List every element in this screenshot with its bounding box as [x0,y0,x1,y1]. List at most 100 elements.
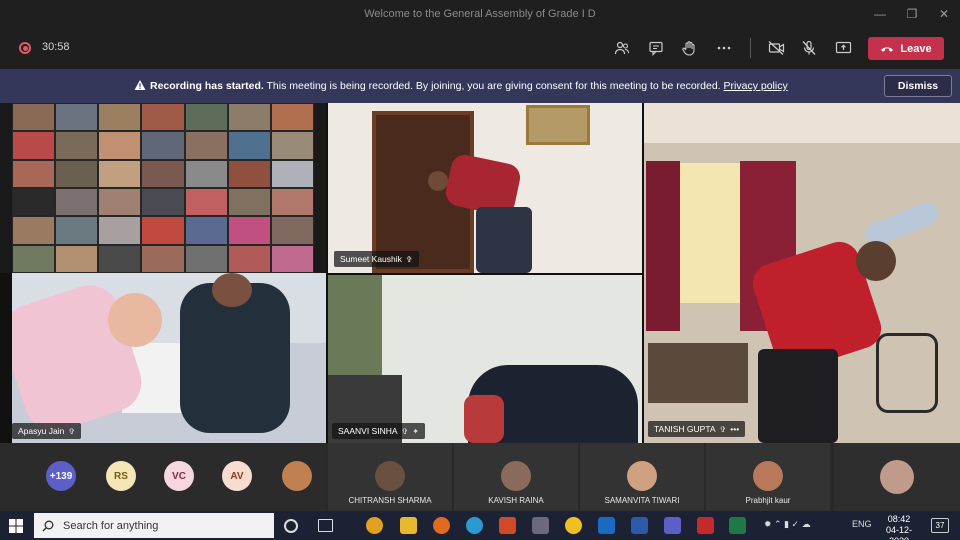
edge-icon[interactable] [466,517,483,534]
mic-off-icon: ✞ [719,424,727,434]
store-icon[interactable] [532,517,549,534]
overflow-avatars: +139 RS VC AV [0,443,326,511]
gallery-thumbnail [185,245,227,272]
gallery-thumbnail [56,160,98,187]
cortana-icon[interactable] [284,519,298,533]
participant-card[interactable]: Prabhjit kaur [706,443,830,511]
participants-icon[interactable] [611,37,633,59]
share-screen-icon[interactable] [832,37,854,59]
avatar[interactable]: AV [222,461,252,491]
sticky-notes-icon[interactable] [565,517,582,534]
avatar[interactable]: VC [164,461,194,491]
participant-card[interactable]: CHITRANSH SHARMA [328,443,452,511]
system-tray-icons[interactable]: ✹ ⌃ ▮ ✓ ☁ [764,519,811,530]
leave-button[interactable]: Leave [868,37,944,60]
raise-hand-icon[interactable] [678,37,700,59]
search-placeholder: Search for anything [63,519,159,532]
gallery-thumbnail [99,189,141,216]
avatar [501,461,531,491]
camera-off-icon[interactable] [765,37,787,59]
gallery-thumbnail [99,104,141,131]
banner-message: Recording has started. This meeting is b… [150,80,788,92]
participant-name: KAVISH RAINA [488,496,544,505]
privacy-policy-link[interactable]: Privacy policy [724,80,788,92]
video-grid: Sumeet Kaushik ✞ TANISH GUPTA ✞ ••• Apas… [0,103,960,443]
gallery-thumbnail [185,189,227,216]
excel-icon[interactable] [729,517,746,534]
notification-center-icon[interactable]: 37 [931,518,949,533]
gallery-thumbnail [142,189,184,216]
language-indicator[interactable]: ENG [852,519,872,529]
avatar[interactable] [282,461,312,491]
pdf-reader-icon[interactable] [697,517,714,534]
self-preview[interactable] [834,443,960,511]
taskbar-search[interactable]: Search for anything [34,513,274,538]
video-tile-sumeet[interactable]: Sumeet Kaushik ✞ [328,103,642,273]
table [648,343,748,403]
name-tag-tanish: TANISH GUPTA ✞ ••• [648,421,746,437]
word-icon[interactable] [631,517,648,534]
video-tile-saanvi[interactable]: SAANVI SINHA ✞ ✦ [328,275,642,443]
participant-name: Sumeet Kaushik [340,254,402,264]
name-tag-apasyu: Apasyu Jain ✞ [12,423,82,439]
participant-card[interactable]: SAMANVITA TIWARI [580,443,704,511]
gallery-thumbnail [271,189,313,216]
task-view-icon[interactable] [318,519,333,532]
avatar [627,461,657,491]
avatar [880,460,914,494]
overflow-count-badge[interactable]: +139 [46,461,76,491]
gallery-thumbnail [142,104,184,131]
person-head [428,171,448,191]
person-legs [758,349,838,443]
minimize-icon[interactable]: — [864,0,896,27]
gallery-thumbnail [228,132,270,159]
curtain-left [646,161,680,331]
mic-off-icon: ✞ [405,254,413,264]
taskbar-clock[interactable]: 08:42 04-12-2020 [876,514,922,540]
gallery-thumbnail [228,104,270,131]
windows-start-icon[interactable] [8,518,24,534]
gallery-thumbnail [142,245,184,272]
chrome-icon[interactable] [366,517,383,534]
participant-strip: +139 RS VC AV CHITRANSH SHARMA KAVISH RA… [0,443,960,511]
gallery-thumbnail [13,160,55,187]
gallery-thumbnail [142,217,184,244]
more-options-icon[interactable]: ••• [730,424,739,434]
gallery-thumbnail [99,245,141,272]
gallery-thumbnail [13,189,55,216]
mic-off-icon: ✞ [401,426,409,436]
dismiss-button[interactable]: Dismiss [884,75,952,97]
warning-icon [134,80,146,90]
gallery-thumbnail [185,132,227,159]
maximize-icon[interactable]: ❐ [896,0,928,27]
teams-icon[interactable] [664,517,681,534]
more-options-icon[interactable] [713,37,735,59]
gallery-thumbnail [13,245,55,272]
gallery-thumbnail [271,132,313,159]
gallery-thumbnail [56,104,98,131]
name-tag-saanvi: SAANVI SINHA ✞ ✦ [332,423,425,439]
firefox-icon[interactable] [433,517,450,534]
gallery-thumbnail [271,104,313,131]
file-explorer-icon[interactable] [400,517,417,534]
adult-head [212,273,252,307]
person-head [856,241,896,281]
powerpoint-icon[interactable] [499,517,516,534]
chat-icon[interactable] [645,37,667,59]
close-icon[interactable]: ✕ [928,0,960,27]
gallery-tile [0,103,326,273]
gallery-thumbnail [228,217,270,244]
window-title: Welcome to the General Assembly of Grade… [364,7,596,20]
avatar[interactable]: RS [106,461,136,491]
meeting-toolbar: 30:58 Leave [0,27,960,69]
video-tile-apasyu[interactable]: Apasyu Jain ✞ [12,273,326,443]
hang-up-icon [881,46,894,52]
participant-card[interactable]: KAVISH RAINA [454,443,578,511]
mic-off-icon[interactable] [798,37,820,59]
gallery-thumbnail [13,217,55,244]
gallery-thumbnail [13,104,55,131]
leave-label: Leave [900,42,932,55]
participant-name: SAMANVITA TIWARI [604,496,680,505]
video-tile-tanish[interactable]: TANISH GUPTA ✞ ••• [644,103,960,443]
outlook-icon[interactable] [598,517,615,534]
